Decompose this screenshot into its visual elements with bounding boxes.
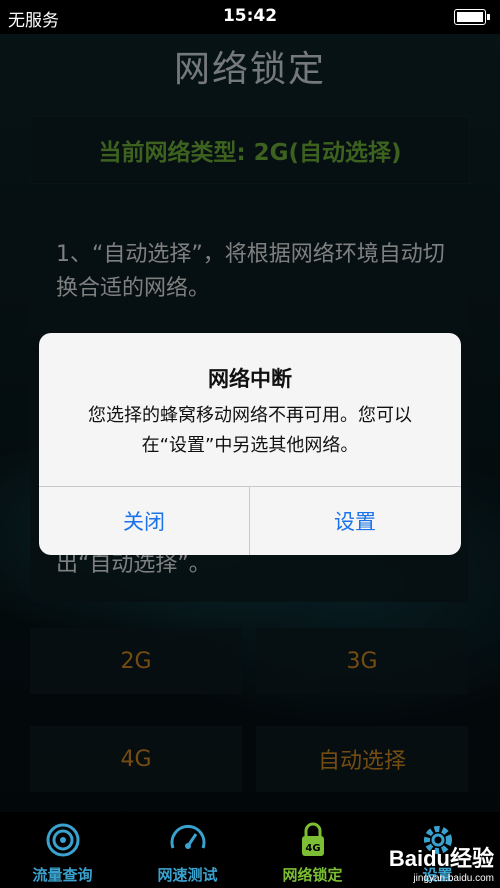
tab-speed-test[interactable]: 网速测试 xyxy=(125,812,250,888)
tab-label-speed-test: 网速测试 xyxy=(157,866,218,884)
status-time: 15:42 xyxy=(222,6,278,26)
network-interrupted-dialog: 网络中断 您选择的蜂窝移动网络不再可用。您可以在“设置”中另选其他网络。 关闭 … xyxy=(39,333,461,555)
speedometer-icon xyxy=(170,825,206,849)
lock-4g-icon: 4G xyxy=(302,822,324,856)
watermark-brand: Baidu经验 xyxy=(388,846,494,871)
settings-button-label: 设置 xyxy=(334,510,376,534)
tab-network-lock[interactable]: 4G 网络锁定 xyxy=(250,812,375,888)
dialog-message: 您选择的蜂窝移动网络不再可用。您可以在“设置”中另选其他网络。 xyxy=(88,405,412,456)
baidu-watermark: Baidu经验 jingyan.baidu.com xyxy=(389,841,494,884)
dialog-title: 网络中断 xyxy=(208,367,292,391)
tab-traffic-query[interactable]: 流量查询 xyxy=(0,812,125,888)
battery-icon xyxy=(454,9,490,25)
svg-text:4G: 4G xyxy=(305,843,320,854)
traffic-query-icon xyxy=(46,823,80,857)
tab-label-traffic-query: 流量查询 xyxy=(32,866,93,884)
close-button[interactable]: 关闭 xyxy=(39,487,249,555)
watermark-url: jingyan.baidu.com xyxy=(413,873,494,884)
tab-label-network-lock: 网络锁定 xyxy=(282,866,343,884)
close-button-label: 关闭 xyxy=(123,510,165,534)
tab-bar: 流量查询 网速测试 4G 网络锁定 设置 Baidu经验 jingyan.bai… xyxy=(0,812,500,888)
settings-button[interactable]: 设置 xyxy=(250,487,460,555)
status-bar: 无服务 15:42 xyxy=(0,0,500,34)
